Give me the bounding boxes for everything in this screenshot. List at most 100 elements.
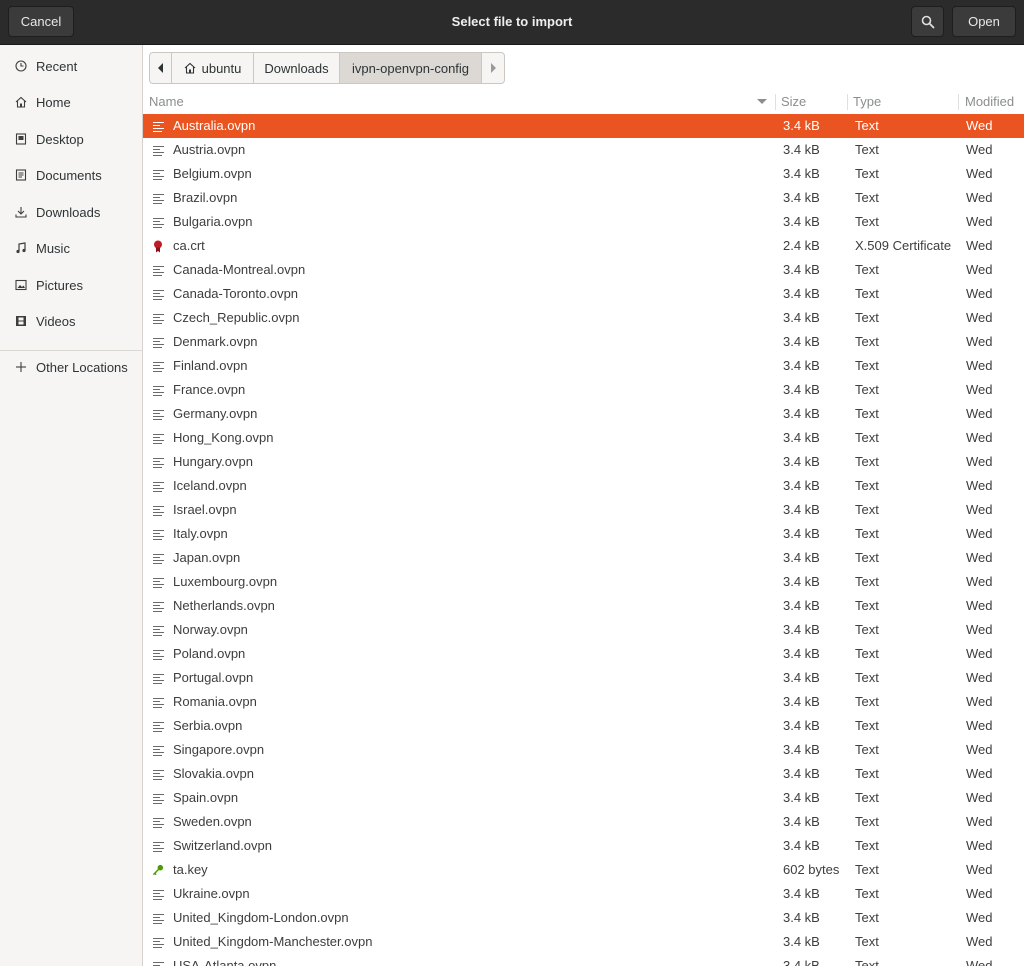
file-row[interactable]: Canada-Montreal.ovpn 3.4 kB Text Wed: [143, 258, 1024, 282]
path-segment-downloads[interactable]: Downloads: [254, 53, 340, 83]
file-size: 3.4 kB: [783, 646, 820, 661]
file-modified: Wed: [966, 478, 993, 493]
file-name: Italy.ovpn: [173, 526, 228, 541]
file-row[interactable]: Austria.ovpn 3.4 kB Text Wed: [143, 138, 1024, 162]
sidebar-item-label: Documents: [36, 167, 102, 183]
file-row[interactable]: Australia.ovpn 3.4 kB Text Wed: [143, 114, 1024, 138]
search-button[interactable]: [911, 6, 944, 37]
text-file-icon: [152, 618, 164, 642]
text-file-icon: [152, 138, 164, 162]
file-row[interactable]: Bulgaria.ovpn 3.4 kB Text Wed: [143, 210, 1024, 234]
file-row[interactable]: Luxembourg.ovpn 3.4 kB Text Wed: [143, 570, 1024, 594]
file-row[interactable]: Portugal.ovpn 3.4 kB Text Wed: [143, 666, 1024, 690]
places-sidebar: Recent Home Desktop Documents Downloads …: [0, 45, 143, 966]
file-type: Text: [855, 118, 879, 133]
file-row[interactable]: Canada-Toronto.ovpn 3.4 kB Text Wed: [143, 282, 1024, 306]
path-segment-current[interactable]: ivpn-openvpn-config: [340, 53, 482, 83]
text-file-icon: [152, 882, 164, 906]
file-type: Text: [855, 166, 879, 181]
file-row[interactable]: Romania.ovpn 3.4 kB Text Wed: [143, 690, 1024, 714]
text-file-icon: [152, 522, 164, 546]
file-row[interactable]: ta.key 602 bytes Text Wed: [143, 858, 1024, 882]
file-row[interactable]: Norway.ovpn 3.4 kB Text Wed: [143, 618, 1024, 642]
file-row[interactable]: Hong_Kong.ovpn 3.4 kB Text Wed: [143, 426, 1024, 450]
text-file-icon: [152, 378, 164, 402]
file-row[interactable]: Ukraine.ovpn 3.4 kB Text Wed: [143, 882, 1024, 906]
file-rows: Australia.ovpn 3.4 kB Text Wed Austria.ovpn 3…: [143, 114, 1024, 966]
path-segment-home[interactable]: ubuntu: [172, 53, 254, 83]
sidebar-item-other-locations[interactable]: Other Locations: [0, 350, 142, 384]
file-row[interactable]: France.ovpn 3.4 kB Text Wed: [143, 378, 1024, 402]
file-modified: Wed: [966, 286, 993, 301]
file-type: Text: [855, 286, 879, 301]
file-row[interactable]: USA-Atlanta.ovpn 3.4 kB Text Wed: [143, 954, 1024, 966]
cancel-button[interactable]: Cancel: [8, 6, 74, 37]
open-button[interactable]: Open: [952, 6, 1016, 37]
file-row[interactable]: Israel.ovpn 3.4 kB Text Wed: [143, 498, 1024, 522]
file-size: 3.4 kB: [783, 214, 820, 229]
sidebar-item-desktop[interactable]: Desktop: [0, 122, 142, 156]
file-row[interactable]: United_Kingdom-Manchester.ovpn 3.4 kB Text…: [143, 930, 1024, 954]
desktop-icon: [14, 132, 28, 146]
file-name: Singapore.ovpn: [173, 742, 265, 757]
pictures-icon: [14, 278, 28, 292]
file-row[interactable]: Germany.ovpn 3.4 kB Text Wed: [143, 402, 1024, 426]
text-file-icon: [152, 546, 164, 570]
file-modified: Wed: [966, 430, 993, 445]
file-list[interactable]: Name Size Type Modified Australia.ovpn 3.…: [143, 90, 1024, 966]
file-row[interactable]: Italy.ovpn 3.4 kB Text Wed: [143, 522, 1024, 546]
file-name: United_Kingdom-London.ovpn: [173, 910, 349, 925]
file-row[interactable]: Switzerland.ovpn 3.4 kB Text Wed: [143, 834, 1024, 858]
file-row[interactable]: ca.crt 2.4 kB X.509 Certificate Wed: [143, 234, 1024, 258]
text-file-icon: [152, 330, 164, 354]
text-file-icon: [152, 114, 164, 138]
file-row[interactable]: Iceland.ovpn 3.4 kB Text Wed: [143, 474, 1024, 498]
column-header-modified[interactable]: Modified: [965, 90, 1014, 114]
sidebar-item-documents[interactable]: Documents: [0, 158, 142, 192]
file-row[interactable]: Hungary.ovpn 3.4 kB Text Wed: [143, 450, 1024, 474]
file-size: 3.4 kB: [783, 622, 820, 637]
file-type: Text: [855, 382, 879, 397]
file-type: Text: [855, 694, 879, 709]
file-row[interactable]: Belgium.ovpn 3.4 kB Text Wed: [143, 162, 1024, 186]
column-header-type[interactable]: Type: [853, 90, 881, 114]
file-row[interactable]: Japan.ovpn 3.4 kB Text Wed: [143, 546, 1024, 570]
file-row[interactable]: Poland.ovpn 3.4 kB Text Wed: [143, 642, 1024, 666]
file-type: Text: [855, 142, 879, 157]
file-type: Text: [855, 526, 879, 541]
file-modified: Wed: [966, 166, 993, 181]
sidebar-item-home[interactable]: Home: [0, 85, 142, 119]
sidebar-item-downloads[interactable]: Downloads: [0, 195, 142, 229]
file-row[interactable]: Denmark.ovpn 3.4 kB Text Wed: [143, 330, 1024, 354]
sidebar-item-recent[interactable]: Recent: [0, 49, 142, 83]
text-file-icon: [152, 210, 164, 234]
file-type: Text: [855, 838, 879, 853]
file-row[interactable]: Brazil.ovpn 3.4 kB Text Wed: [143, 186, 1024, 210]
file-row[interactable]: Singapore.ovpn 3.4 kB Text Wed: [143, 738, 1024, 762]
file-row[interactable]: Finland.ovpn 3.4 kB Text Wed: [143, 354, 1024, 378]
file-name: Germany.ovpn: [173, 406, 258, 421]
sidebar-item-label: Downloads: [36, 204, 101, 220]
sidebar-item-videos[interactable]: Videos: [0, 304, 142, 338]
file-row[interactable]: Czech_Republic.ovpn 3.4 kB Text Wed: [143, 306, 1024, 330]
path-forward-button[interactable]: [482, 53, 504, 83]
plus-icon: [14, 360, 28, 374]
file-row[interactable]: United_Kingdom-London.ovpn 3.4 kB Text Wed: [143, 906, 1024, 930]
sidebar-item-label: Pictures: [36, 277, 83, 293]
file-type: Text: [855, 262, 879, 277]
column-header-name[interactable]: Name: [149, 90, 184, 114]
file-row[interactable]: Serbia.ovpn 3.4 kB Text Wed: [143, 714, 1024, 738]
file-row[interactable]: Spain.ovpn 3.4 kB Text Wed: [143, 786, 1024, 810]
file-row[interactable]: Netherlands.ovpn 3.4 kB Text Wed: [143, 594, 1024, 618]
sidebar-item-pictures[interactable]: Pictures: [0, 268, 142, 302]
file-name: Bulgaria.ovpn: [173, 214, 253, 229]
file-row[interactable]: Sweden.ovpn 3.4 kB Text Wed: [143, 810, 1024, 834]
sidebar-item-music[interactable]: Music: [0, 231, 142, 265]
dialog-title: Select file to import: [451, 14, 573, 29]
file-type: Text: [855, 934, 879, 949]
file-name: Poland.ovpn: [173, 646, 246, 661]
path-back-button[interactable]: [150, 53, 172, 83]
text-file-icon: [152, 738, 164, 762]
file-row[interactable]: Slovakia.ovpn 3.4 kB Text Wed: [143, 762, 1024, 786]
column-header-size[interactable]: Size: [781, 90, 806, 114]
